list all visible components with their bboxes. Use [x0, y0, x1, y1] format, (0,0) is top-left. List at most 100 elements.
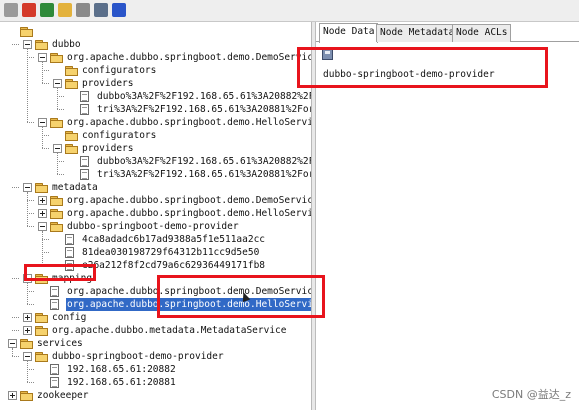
folder-icon	[50, 196, 63, 206]
tab-node-acls[interactable]: Node ACLs	[452, 24, 512, 42]
tree-node-label: dubbo-springboot-demo-provider	[52, 351, 224, 362]
watermark: CSDN @益达_z	[491, 388, 571, 401]
tree-node-services[interactable]: services	[0, 337, 311, 350]
tree-node-meta-provider-app[interactable]: dubbo-springboot-demo-provider	[0, 220, 311, 233]
collapse-icon[interactable]	[23, 183, 32, 192]
tree-guide-branch	[42, 239, 49, 240]
tree-node-hello-providers[interactable]: providers	[0, 142, 311, 155]
tree-node-label: 192.168.65.61:20882	[67, 364, 176, 375]
tree-node-label: org.apache.dubbo.springboot.demo.HelloSe…	[67, 208, 312, 219]
connect-icon[interactable]	[4, 3, 18, 17]
disconnect-icon[interactable]	[22, 3, 36, 17]
add-node-icon[interactable]	[58, 3, 72, 17]
tree-node-services-provider-app[interactable]: dubbo-springboot-demo-provider	[0, 350, 311, 363]
document-icon	[65, 234, 74, 245]
folder-icon	[20, 27, 33, 37]
folder-icon	[65, 79, 78, 89]
highlight-box-mapping	[24, 264, 96, 281]
tree-node-demo-provider-2[interactable]: tri%3A%2F%2F192.168.65.61%3A20881%2Forg.…	[0, 103, 312, 116]
collapse-icon[interactable]	[38, 118, 47, 127]
tree-guide-branch	[27, 226, 34, 227]
tree-node-instance-2[interactable]: 192.168.65.61:20881	[0, 376, 311, 389]
tree-guide-branch	[42, 252, 49, 253]
settings-icon[interactable]	[94, 3, 108, 17]
folder-icon	[35, 326, 48, 336]
collapse-icon[interactable]	[23, 352, 32, 361]
tree-node-label: configurators	[82, 130, 157, 141]
folder-icon	[35, 352, 48, 362]
tree-guide-branch	[42, 148, 49, 149]
tree-guide-branch	[57, 174, 64, 175]
tab-node-data[interactable]: Node Data	[319, 23, 379, 43]
delete-node-icon[interactable]	[76, 3, 90, 17]
tree-node-label: 192.168.65.61:20881	[67, 377, 176, 388]
document-icon	[80, 104, 89, 115]
tree-node-demo-provider-1[interactable]: dubbo%3A%2F%2F192.168.65.61%3A20882%2For…	[0, 90, 312, 103]
tree-node-hello-service[interactable]: org.apache.dubbo.springboot.demo.HelloSe…	[0, 116, 312, 129]
refresh-icon[interactable]	[40, 3, 54, 17]
tree-node-label: dubbo	[52, 39, 81, 50]
tree-node-label: zookeeper	[37, 390, 89, 401]
info-icon[interactable]	[112, 3, 126, 17]
tree-node-zookeeper[interactable]: zookeeper	[0, 389, 311, 402]
tree-node-meta-rev-1[interactable]: 4ca8adadc6b17ad9388a5f1e511aa2cc	[0, 233, 311, 246]
tree-node-label: tri%3A%2F%2F192.168.65.61%3A20881%2Forg.…	[97, 104, 312, 115]
collapse-icon[interactable]	[23, 40, 32, 49]
document-icon	[80, 156, 89, 167]
expand-icon[interactable]	[8, 391, 17, 400]
tree-guide-branch	[57, 109, 64, 110]
tree-node-root[interactable]	[0, 25, 311, 38]
tree-node-label: dubbo%3A%2F%2F192.168.65.61%3A20882%2For…	[97, 91, 312, 102]
tree-node-instance-1[interactable]: 192.168.65.61:20882	[0, 363, 311, 376]
tree-guide-branch	[57, 96, 64, 97]
document-icon	[65, 247, 74, 258]
collapse-icon[interactable]	[38, 222, 47, 231]
tree-node-demo-configurators[interactable]: configurators	[0, 64, 311, 77]
collapse-icon[interactable]	[53, 144, 62, 153]
collapse-icon[interactable]	[8, 339, 17, 348]
tree-node-label: 81dea030198729f64312b11cc9d5e50	[82, 247, 260, 258]
tree-guide-branch	[12, 44, 19, 45]
expand-icon[interactable]	[23, 313, 32, 322]
tree-guide-branch	[27, 369, 34, 370]
tree-node-label: e26a212f8f2cd79a6c62936449171fb8	[82, 260, 266, 271]
document-icon	[80, 169, 89, 180]
tree-guide-branch	[42, 135, 49, 136]
tree-guide-branch	[12, 317, 19, 318]
detail-tabs: Node Data Node Metadata Node ACLs	[316, 22, 579, 43]
document-icon	[80, 91, 89, 102]
tab-node-metadata[interactable]: Node Metadata	[376, 24, 459, 42]
tree-node-label: providers	[82, 78, 134, 89]
tree-node-label: dubbo%3A%2F%2F192.168.65.61%3A20882%2For…	[97, 156, 312, 167]
document-icon	[50, 286, 59, 297]
tree-node-hello-configurators[interactable]: configurators	[0, 129, 311, 142]
tree-node-meta-hello-service[interactable]: org.apache.dubbo.springboot.demo.HelloSe…	[0, 207, 312, 220]
tree-node-metadata-service[interactable]: org.apache.dubbo.metadata.MetadataServic…	[0, 324, 311, 337]
folder-icon	[50, 53, 63, 63]
tree-node-hello-provider-2[interactable]: tri%3A%2F%2F192.168.65.61%3A20881%2Forg.…	[0, 168, 311, 181]
collapse-icon[interactable]	[38, 53, 47, 62]
tree-node-label: providers	[82, 143, 134, 154]
folder-icon	[20, 391, 33, 401]
folder-icon	[65, 131, 78, 141]
tree-node-label: org.apache.dubbo.springboot.demo.HelloSe…	[67, 117, 312, 128]
folder-icon	[65, 144, 78, 154]
tree-node-demo-providers[interactable]: providers	[0, 77, 311, 90]
tree-node-label: config	[52, 312, 87, 323]
toolbar	[0, 0, 579, 22]
tree-guide-branch	[27, 382, 34, 383]
collapse-icon[interactable]	[53, 79, 62, 88]
tree-node-dubbo[interactable]: dubbo	[0, 38, 311, 51]
tree-guide-branch	[27, 57, 34, 58]
document-icon	[50, 364, 59, 375]
expand-icon[interactable]	[38, 196, 47, 205]
tree-node-meta-demo-service[interactable]: org.apache.dubbo.springboot.demo.DemoSer…	[0, 194, 311, 207]
tree-node-metadata[interactable]: metadata	[0, 181, 311, 194]
tree-node-demo-service[interactable]: org.apache.dubbo.springboot.demo.DemoSer…	[0, 51, 311, 64]
expand-icon[interactable]	[38, 209, 47, 218]
tree-pane[interactable]: dubbo org.apache.dubbo.springboot.demo.De…	[0, 22, 312, 410]
folder-icon	[35, 40, 48, 50]
expand-icon[interactable]	[23, 326, 32, 335]
tree-node-meta-rev-2[interactable]: 81dea030198729f64312b11cc9d5e50	[0, 246, 311, 259]
tree-node-hello-provider-1[interactable]: dubbo%3A%2F%2F192.168.65.61%3A20882%2For…	[0, 155, 312, 168]
